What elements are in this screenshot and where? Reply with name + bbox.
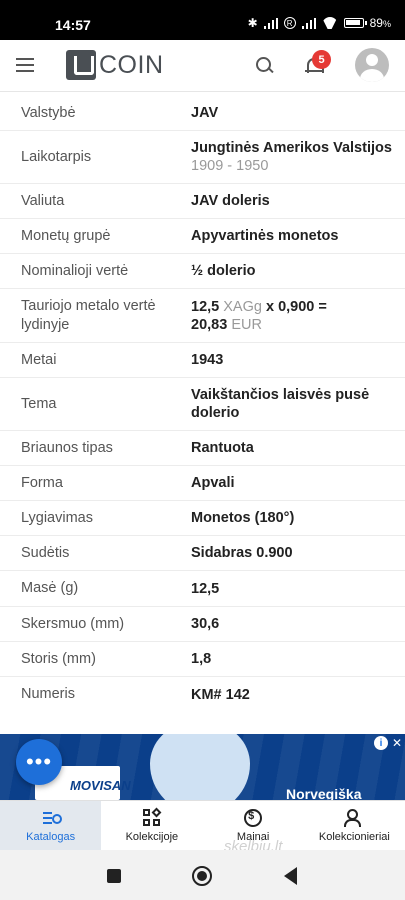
- hamburger-menu-icon[interactable]: [16, 58, 34, 72]
- detail-label: Metai: [21, 351, 57, 368]
- detail-row-composition: Sudėtis Sidabras 0.900: [0, 536, 405, 571]
- detail-label: Valiuta: [21, 192, 65, 209]
- detail-label: Forma: [21, 474, 63, 491]
- nav-label: Kolekcionieriai: [318, 830, 390, 843]
- detail-value: Apyvartinės monetos: [191, 228, 339, 244]
- trade-coin-icon: [243, 808, 263, 827]
- ad-info-icon[interactable]: i: [374, 736, 388, 750]
- app-bar: COIN 5: [0, 40, 405, 92]
- detail-label: Skersmuo (mm): [21, 615, 125, 632]
- metal-currency: EUR: [231, 316, 262, 333]
- nav-catalog[interactable]: Katalogas: [0, 801, 102, 850]
- nav-collectors[interactable]: Kolekcionieriai: [304, 801, 405, 850]
- recent-apps-icon[interactable]: [107, 869, 121, 883]
- detail-value: 12,5: [191, 580, 220, 597]
- detail-label: Monetų grupė: [21, 227, 111, 244]
- wifi-icon: [322, 17, 338, 29]
- detail-value: 30,6: [191, 616, 220, 632]
- metal-amount: 12,5: [191, 298, 220, 315]
- collectors-users-icon: [344, 808, 364, 827]
- registered-icon: R: [283, 17, 296, 29]
- metal-multiplier: x 0,900 =: [265, 298, 327, 315]
- detail-value: Rantuota: [191, 440, 254, 456]
- battery-level: 89%: [369, 16, 391, 30]
- status-icons: ✱ R 89%: [248, 16, 391, 30]
- home-icon[interactable]: [192, 866, 212, 886]
- detail-row-country: Valstybė JAV: [0, 96, 405, 131]
- detail-row-year: Metai 1943: [0, 343, 405, 378]
- detail-label: Nominalioji vertė: [21, 262, 129, 279]
- detail-value: Sidabras 0.900: [191, 545, 293, 561]
- detail-row-alignment: Lygiavimas Monetos (180°): [0, 501, 405, 536]
- detail-row-mass: Masė (g) 12,5: [0, 571, 405, 607]
- catalog-search-icon: [41, 809, 62, 827]
- ad-knee-image: [150, 734, 250, 800]
- nav-label: Kolekcijoje: [125, 830, 179, 843]
- detail-row-currency: Valiuta JAV doleris: [0, 184, 405, 219]
- detail-label: Briaunos tipas: [21, 439, 113, 456]
- detail-label: Laikotarpis: [21, 148, 92, 165]
- detail-label: Valstybė: [21, 104, 76, 121]
- detail-row-denomination: Nominalioji vertė ½ dolerio: [0, 254, 405, 289]
- detail-value: Apvali: [191, 475, 235, 491]
- ad-brand: MOVISAN: [70, 778, 131, 793]
- detail-label: Storis (mm): [21, 650, 96, 667]
- status-bar: 14:57 ✱ R 89%: [0, 0, 405, 40]
- metal-unit: XAGg: [223, 298, 262, 315]
- user-avatar[interactable]: [355, 48, 389, 82]
- nav-collection[interactable]: Kolekcijoje: [101, 801, 202, 850]
- detail-label: Tema: [21, 395, 57, 412]
- detail-row-number: Numeris KM# 142: [0, 677, 405, 712]
- notification-badge: 5: [312, 50, 331, 69]
- back-icon[interactable]: [284, 867, 297, 885]
- battery-icon: [343, 18, 367, 28]
- detail-value: 1,8: [191, 651, 212, 667]
- detail-row-diameter: Skersmuo (mm) 30,6: [0, 607, 405, 642]
- detail-value[interactable]: Jungtinės Amerikos Valstijos 1909 - 1950: [191, 139, 405, 175]
- logo-u-icon: [66, 50, 96, 80]
- period-years: 1909 - 1950: [191, 158, 269, 174]
- search-icon[interactable]: [256, 57, 273, 74]
- detail-row-shape: Forma Apvali: [0, 466, 405, 501]
- collection-grid-icon: [142, 807, 162, 827]
- ucoin-logo[interactable]: COIN: [66, 50, 164, 80]
- coin-details-table: Valstybė JAV Laikotarpis Jungtinės Ameri…: [0, 96, 405, 712]
- detail-value: JAV: [191, 105, 219, 121]
- detail-label: Numeris: [21, 686, 75, 702]
- metal-total: 20,83: [191, 316, 228, 333]
- bluetooth-icon: ✱: [247, 16, 258, 30]
- detail-value: 1943: [191, 352, 224, 368]
- signal-icon: [263, 17, 278, 29]
- ad-close-icon[interactable]: ✕: [391, 736, 403, 750]
- detail-value[interactable]: JAV doleris: [191, 192, 405, 210]
- nav-label: Katalogas: [26, 830, 76, 843]
- status-time: 14:57: [55, 17, 91, 33]
- km-number-link[interactable]: KM# 142: [191, 686, 405, 704]
- signal-icon-2: [301, 17, 316, 29]
- detail-row-thickness: Storis (mm) 1,8: [0, 642, 405, 677]
- detail-value: Vaikštančios laisvės pusė dolerio: [191, 387, 370, 421]
- period-name[interactable]: Jungtinės Amerikos Valstijos: [191, 140, 392, 156]
- detail-label: Tauriojo metalo vertė lydinyje: [21, 297, 156, 333]
- logo-text: COIN: [99, 50, 164, 79]
- detail-label: Masė (g): [21, 580, 79, 596]
- detail-row-edge: Briaunos tipas Rantuota: [0, 431, 405, 466]
- detail-value: Monetos (180°): [191, 510, 295, 526]
- bottom-navigation: Katalogas Kolekcijoje Mainai Kolekcionie…: [0, 800, 405, 850]
- more-options-fab[interactable]: •••: [16, 739, 62, 785]
- detail-value: 12,5 XAGg x 0,900 = 20,83 EUR: [191, 298, 405, 334]
- detail-row-coin-group: Monetų grupė Apyvartinės monetos: [0, 219, 405, 254]
- ad-headline: Norvegiška: [286, 786, 362, 800]
- detail-value: ½ dolerio: [191, 263, 256, 279]
- detail-row-metal-value: Tauriojo metalo vertė lydinyje 12,5 XAGg…: [0, 289, 405, 343]
- detail-row-period: Laikotarpis Jungtinės Amerikos Valstijos…: [0, 131, 405, 184]
- detail-label: Lygiavimas: [21, 509, 93, 526]
- detail-label: Sudėtis: [21, 544, 70, 561]
- detail-row-theme: Tema Vaikštančios laisvės pusė dolerio: [0, 378, 405, 431]
